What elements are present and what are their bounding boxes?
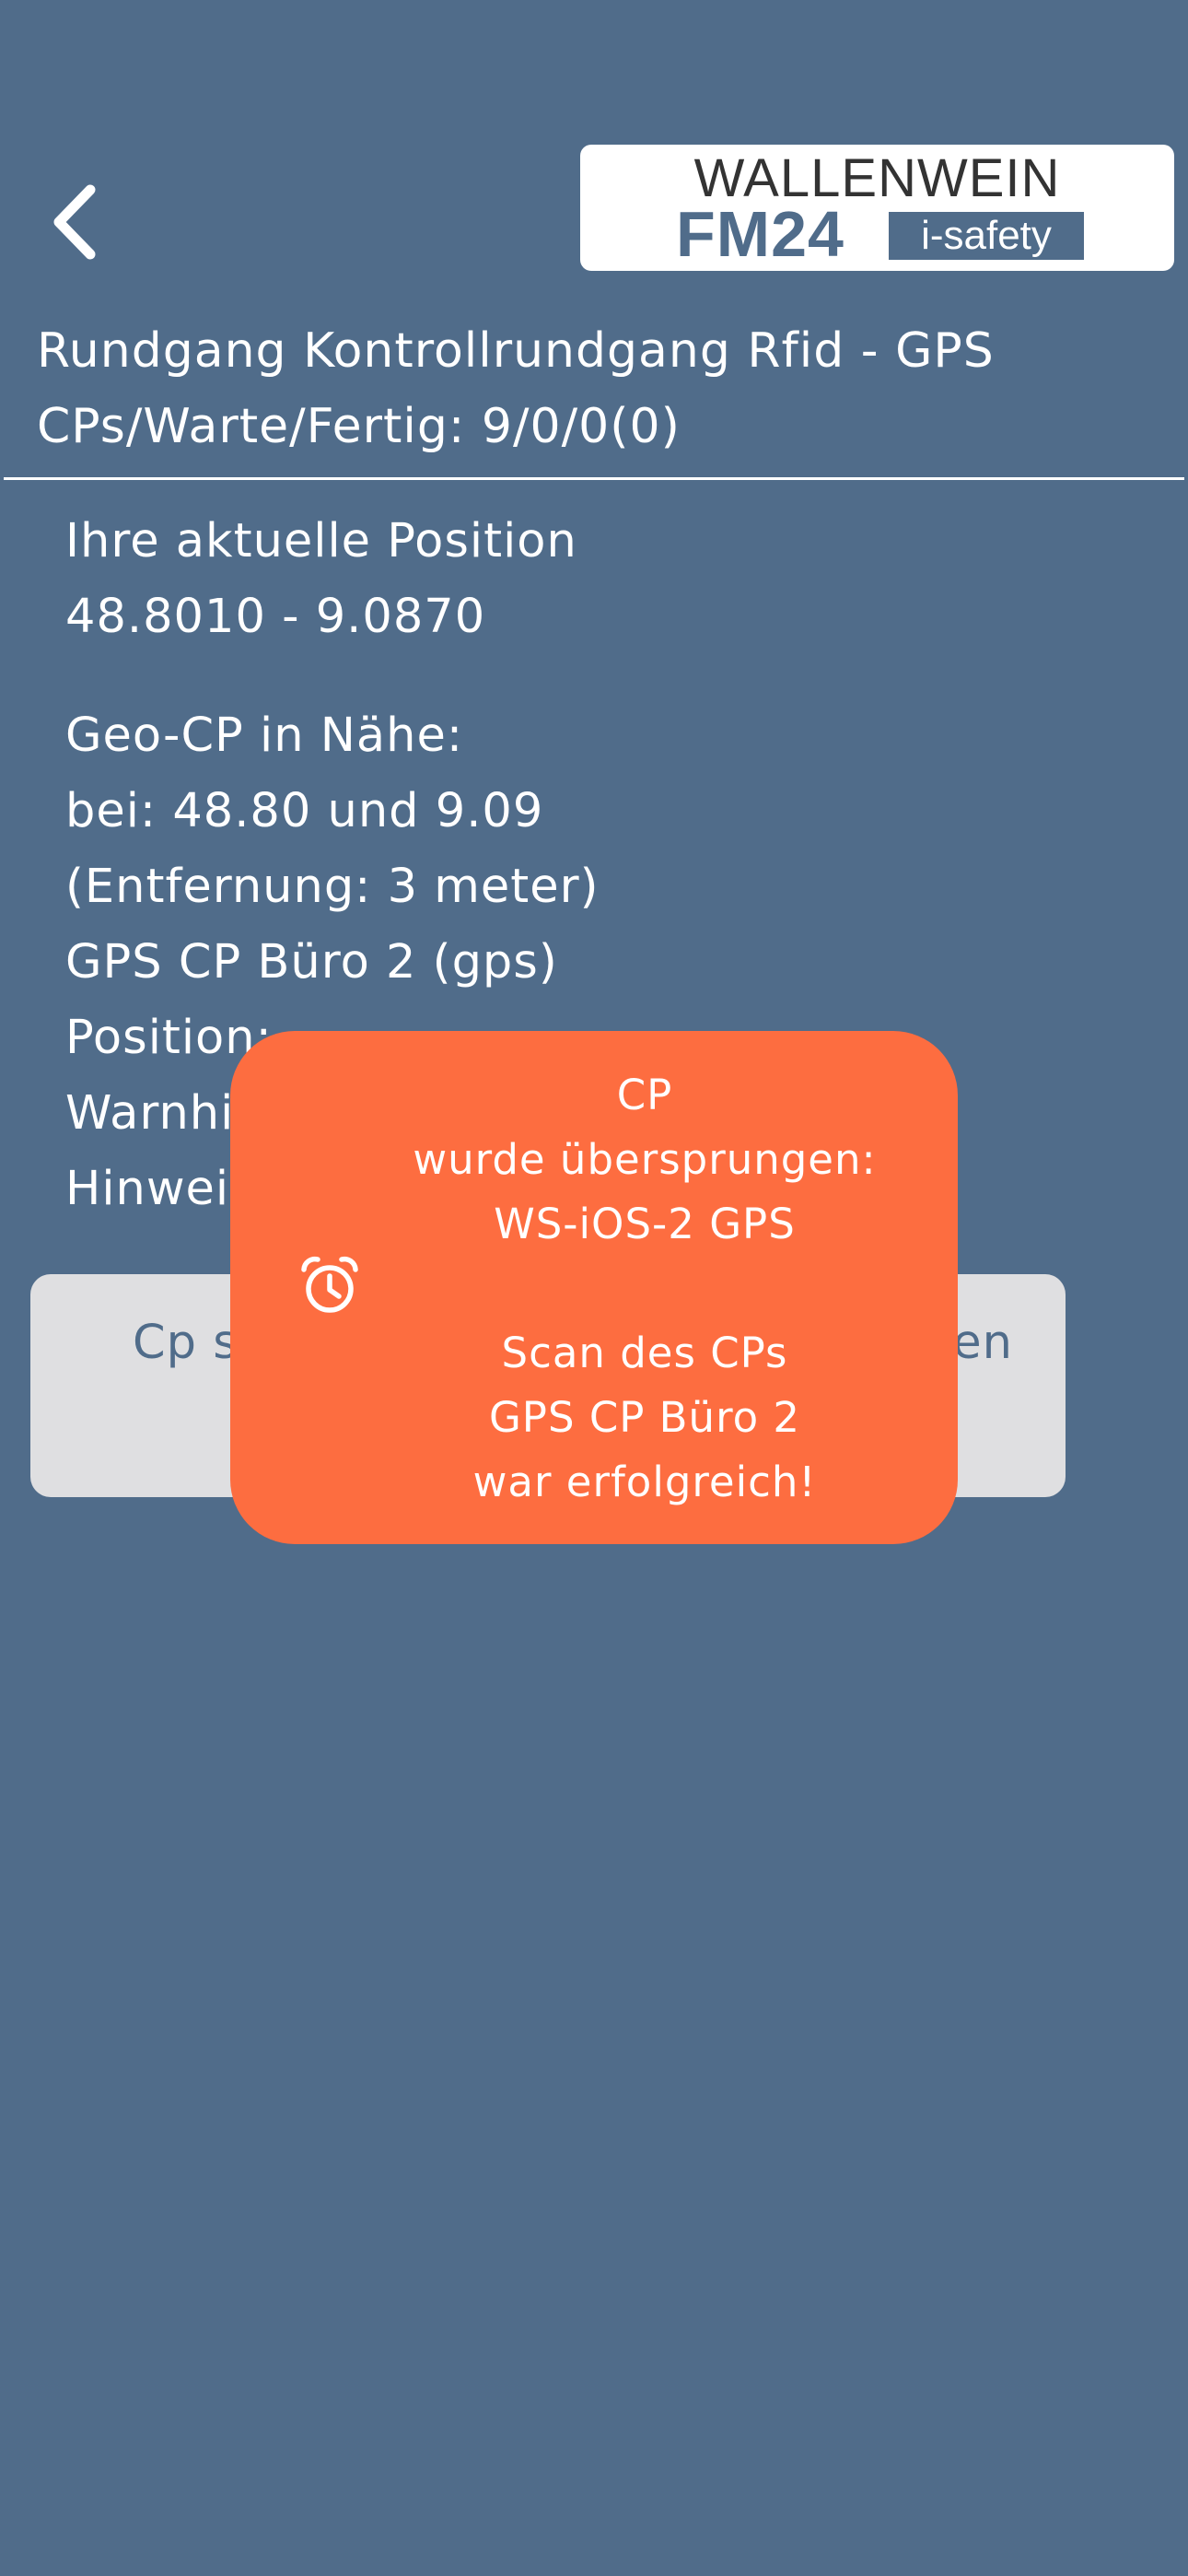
toast-line-5: GPS CP Büro 2	[488, 1393, 801, 1442]
back-button[interactable]	[48, 171, 131, 273]
position-label: Ihre aktuelle Position	[65, 514, 577, 568]
chevron-left-icon	[53, 184, 96, 260]
cp-action-button-label-right: en	[952, 1316, 1013, 1370]
toast-message: CP wurde übersprungen: WS-iOS-2 GPS Scan…	[378, 1063, 912, 1515]
current-position: Ihre aktuelle Position 48.8010 - 9.0870	[65, 504, 577, 655]
round-counts: CPs/Warte/Fertig: 9/0/0(0)	[37, 399, 681, 454]
header-divider	[4, 477, 1184, 480]
geo-cp-distance: (Entfernung: 3 meter)	[65, 860, 600, 914]
logo-badge: i-safety	[889, 212, 1084, 260]
alarm-clock-icon	[301, 1256, 358, 1313]
toast-line-2: wurde übersprungen:	[413, 1135, 877, 1184]
position-coords: 48.8010 - 9.0870	[65, 590, 486, 644]
logo-brand: WALLENWEIN	[693, 148, 1061, 208]
geo-cp-name: GPS CP Büro 2 (gps)	[65, 935, 558, 989]
toast-line-6: war erfolgreich!	[472, 1458, 817, 1506]
company-logo: WALLENWEIN FM24 i-safety	[580, 145, 1174, 271]
cp-action-button-label-left: Cp s	[133, 1316, 239, 1370]
toast-line-4: Scan des CPs	[501, 1329, 788, 1377]
round-title: Rundgang Kontrollrundgang Rfid - GPS	[37, 323, 995, 379]
toast-notification: CP wurde übersprungen: WS-iOS-2 GPS Scan…	[230, 1031, 958, 1544]
toast-line-1: CP	[616, 1071, 673, 1119]
toast-spacer	[378, 1257, 912, 1321]
toast-line-3: WS-iOS-2 GPS	[494, 1200, 796, 1248]
round-header: Rundgang Kontrollrundgang Rfid - GPS CPs…	[37, 313, 995, 464]
geo-cp-location: bei: 48.80 und 9.09	[65, 784, 544, 838]
geo-cp-label: Geo-CP in Nähe:	[65, 708, 464, 763]
logo-product: FM24	[676, 198, 844, 270]
app-screen: WALLENWEIN FM24 i-safety Rundgang Kontro…	[0, 0, 1188, 2576]
